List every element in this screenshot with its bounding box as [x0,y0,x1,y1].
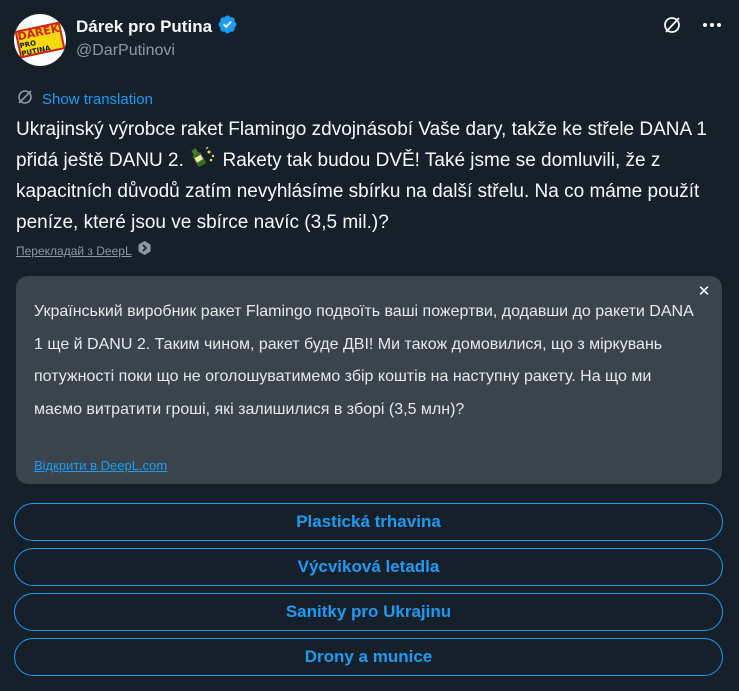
top-actions [661,14,723,36]
poll-option-label: Plastická trhavina [296,512,441,531]
poll-option-4[interactable]: Drony a munice [14,638,723,676]
author-display-name[interactable]: Dárek pro Putina [76,17,212,37]
close-translation-icon[interactable]: ✕ [696,284,712,300]
deepl-translate-link[interactable]: Перекладай з DeepL [16,240,152,261]
avatar[interactable]: DÁREK PRO PUTINA [14,14,66,66]
poll-option-label: Výcviková letadla [297,557,440,576]
open-in-deepl-link[interactable]: Відкрити в DeepL.com [34,458,167,473]
translation-text: Український виробник ракет Flamingo подв… [34,303,693,418]
show-translation-button[interactable]: Show translation [16,88,153,111]
deepl-label: Перекладай з DeepL [16,243,132,258]
translation-panel: ✕ Український виробник ракет Flamingo по… [16,276,722,484]
grok-icon[interactable] [661,14,683,36]
author-name-row: Dárek pro Putina [76,14,238,40]
poll-option-label: Drony a munice [304,647,433,666]
poll-option-3[interactable]: Sanitky pro Ukrajinu [14,593,723,631]
more-options-icon[interactable] [701,14,723,36]
poll-option-1[interactable]: Plastická trhavina [14,503,723,541]
poll-option-2[interactable]: Výcviková letadla [14,548,723,586]
author-handle[interactable]: @DarPutinovi [76,42,175,60]
avatar-logo: DÁREK PRO PUTINA [14,21,66,59]
tweet-text: Ukrajinský výrobce raket Flamingo zdvojn… [16,114,716,238]
show-translation-label: Show translation [42,91,153,108]
verified-badge-icon [217,14,238,40]
translate-icon [16,88,36,111]
deepl-icon [137,240,152,261]
poll-option-label: Sanitky pro Ukrajinu [285,602,452,621]
champagne-emoji-icon [189,146,217,167]
